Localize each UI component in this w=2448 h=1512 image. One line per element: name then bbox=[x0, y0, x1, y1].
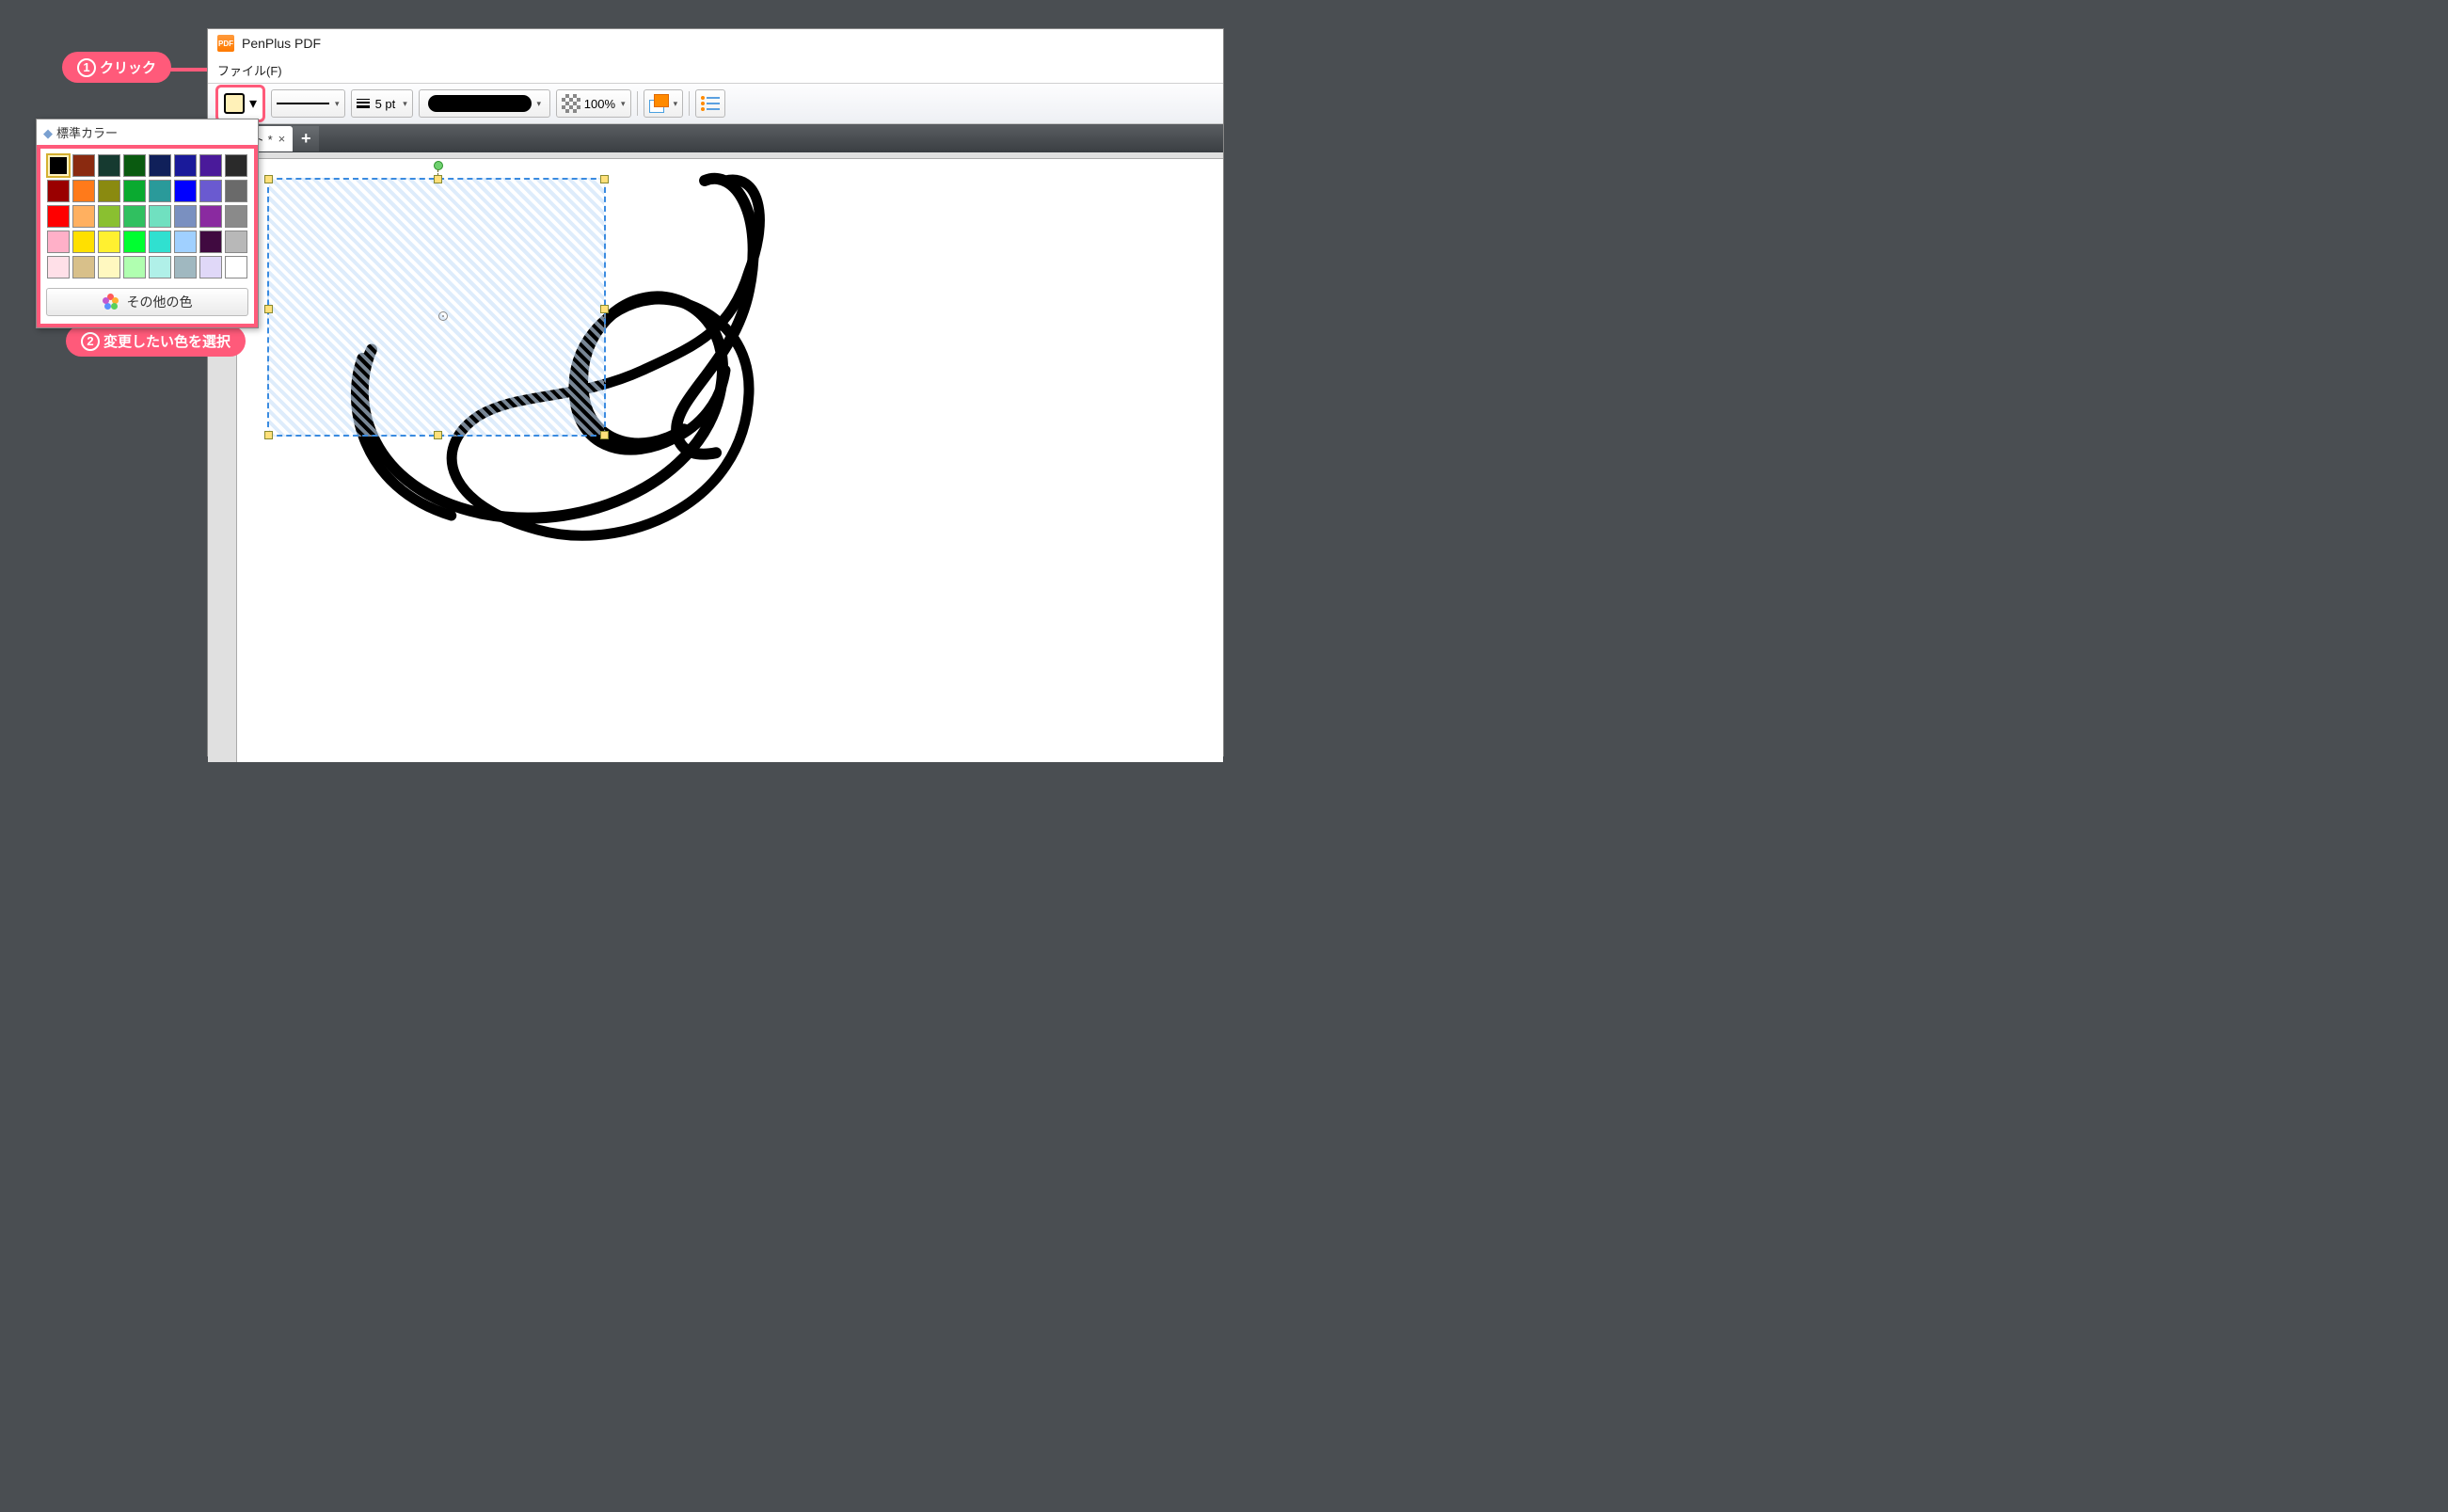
properties-icon bbox=[701, 95, 720, 112]
color-swatch[interactable] bbox=[98, 231, 120, 253]
app-title: PenPlus PDF bbox=[242, 36, 321, 51]
more-colors-button[interactable]: その他の色 bbox=[46, 288, 248, 316]
more-colors-label: その他の色 bbox=[127, 293, 193, 311]
color-swatch[interactable] bbox=[47, 256, 70, 279]
add-tab-button[interactable]: + bbox=[293, 126, 319, 151]
color-swatch[interactable] bbox=[123, 205, 146, 228]
color-swatch[interactable] bbox=[123, 180, 146, 202]
chevron-down-icon: ▾ bbox=[537, 99, 542, 109]
app-window: PDF PenPlus PDF ファイル(F) ▾ ▾ 5 pt ▾ ▾ 100… bbox=[207, 28, 1224, 756]
color-swatch[interactable] bbox=[72, 256, 95, 279]
tab-strip: ュメント * × + bbox=[208, 124, 1223, 152]
ink-stroke[interactable] bbox=[237, 159, 1223, 762]
color-swatch[interactable] bbox=[174, 256, 197, 279]
checker-icon bbox=[562, 94, 580, 113]
color-swatch[interactable] bbox=[72, 154, 95, 177]
color-swatch[interactable] bbox=[149, 256, 171, 279]
thickness-icon bbox=[357, 99, 370, 108]
stroke-color-button[interactable]: ▾ bbox=[215, 85, 265, 122]
color-swatch[interactable] bbox=[47, 180, 70, 202]
callout-text: 変更したい色を選択 bbox=[103, 331, 230, 351]
color-swatch[interactable] bbox=[199, 180, 222, 202]
chevron-down-icon: ▾ bbox=[621, 99, 626, 109]
page[interactable] bbox=[236, 158, 1223, 762]
callout-select-color: 2 変更したい色を選択 bbox=[66, 326, 246, 357]
stroke-preview-icon bbox=[428, 95, 532, 112]
color-swatch[interactable] bbox=[72, 205, 95, 228]
chevron-down-icon: ▾ bbox=[674, 99, 678, 109]
color-swatch[interactable] bbox=[47, 231, 70, 253]
color-swatch[interactable] bbox=[199, 231, 222, 253]
titlebar: PDF PenPlus PDF bbox=[208, 29, 1223, 57]
color-swatch[interactable] bbox=[149, 154, 171, 177]
color-wheel-icon bbox=[103, 294, 119, 310]
color-swatch[interactable] bbox=[123, 256, 146, 279]
chevron-down-icon: ▾ bbox=[249, 94, 257, 113]
line-style-button[interactable]: ▾ bbox=[271, 89, 345, 118]
color-swatch[interactable] bbox=[225, 180, 247, 202]
color-swatch[interactable] bbox=[199, 154, 222, 177]
line-sample-icon bbox=[277, 103, 329, 104]
color-swatch[interactable] bbox=[225, 154, 247, 177]
separator bbox=[689, 91, 690, 116]
palette-title: 標準カラー bbox=[56, 126, 118, 140]
color-swatch[interactable] bbox=[225, 256, 247, 279]
pdf-icon: PDF bbox=[217, 35, 234, 52]
chevron-down-icon: ▾ bbox=[403, 99, 407, 109]
separator bbox=[637, 91, 638, 116]
color-swatch[interactable] bbox=[98, 205, 120, 228]
line-width-label: 5 pt bbox=[375, 97, 396, 111]
menubar: ファイル(F) bbox=[208, 57, 1223, 83]
color-swatch[interactable] bbox=[47, 205, 70, 228]
layers-icon bbox=[649, 94, 668, 113]
color-palette-popup: ◆標準カラー その他の色 bbox=[36, 119, 259, 328]
chevron-down-icon: ▾ bbox=[335, 99, 340, 109]
color-swatch[interactable] bbox=[174, 231, 197, 253]
callout-number: 2 bbox=[81, 332, 100, 351]
color-swatch[interactable] bbox=[149, 231, 171, 253]
color-swatch[interactable] bbox=[149, 205, 171, 228]
color-swatch[interactable] bbox=[72, 180, 95, 202]
color-swatch[interactable] bbox=[174, 154, 197, 177]
menu-file[interactable]: ファイル(F) bbox=[217, 64, 282, 78]
callout-number: 1 bbox=[77, 58, 96, 77]
callout-text: クリック bbox=[100, 57, 156, 77]
fill-color-button[interactable]: ▾ bbox=[644, 89, 684, 118]
color-swatch[interactable] bbox=[123, 231, 146, 253]
stroke-preview-button[interactable]: ▾ bbox=[419, 89, 550, 118]
color-swatch[interactable] bbox=[47, 154, 70, 177]
close-icon[interactable]: × bbox=[278, 132, 286, 146]
color-swatch[interactable] bbox=[174, 180, 197, 202]
color-swatch[interactable] bbox=[98, 154, 120, 177]
diamond-icon: ◆ bbox=[43, 126, 53, 140]
canvas-area[interactable] bbox=[208, 152, 1223, 762]
opacity-label: 100% bbox=[584, 97, 615, 111]
color-swatch[interactable] bbox=[149, 180, 171, 202]
color-swatch[interactable] bbox=[98, 256, 120, 279]
plus-icon: + bbox=[301, 129, 311, 149]
palette-body: その他の色 bbox=[37, 145, 258, 327]
opacity-button[interactable]: 100% ▾ bbox=[556, 89, 631, 118]
color-swatch[interactable] bbox=[72, 231, 95, 253]
stroke-color-swatch bbox=[224, 93, 245, 114]
color-swatch[interactable] bbox=[98, 180, 120, 202]
color-swatch[interactable] bbox=[225, 205, 247, 228]
color-swatch[interactable] bbox=[225, 231, 247, 253]
properties-button[interactable] bbox=[695, 89, 725, 118]
line-width-button[interactable]: 5 pt ▾ bbox=[351, 89, 413, 118]
callout-click: 1 クリック bbox=[62, 52, 171, 83]
color-swatch[interactable] bbox=[199, 205, 222, 228]
palette-header: ◆標準カラー bbox=[37, 119, 258, 145]
color-swatch[interactable] bbox=[123, 154, 146, 177]
toolbar: ▾ ▾ 5 pt ▾ ▾ 100% ▾ ▾ bbox=[208, 83, 1223, 124]
color-swatch[interactable] bbox=[199, 256, 222, 279]
color-swatch[interactable] bbox=[174, 205, 197, 228]
swatch-grid bbox=[46, 154, 248, 279]
